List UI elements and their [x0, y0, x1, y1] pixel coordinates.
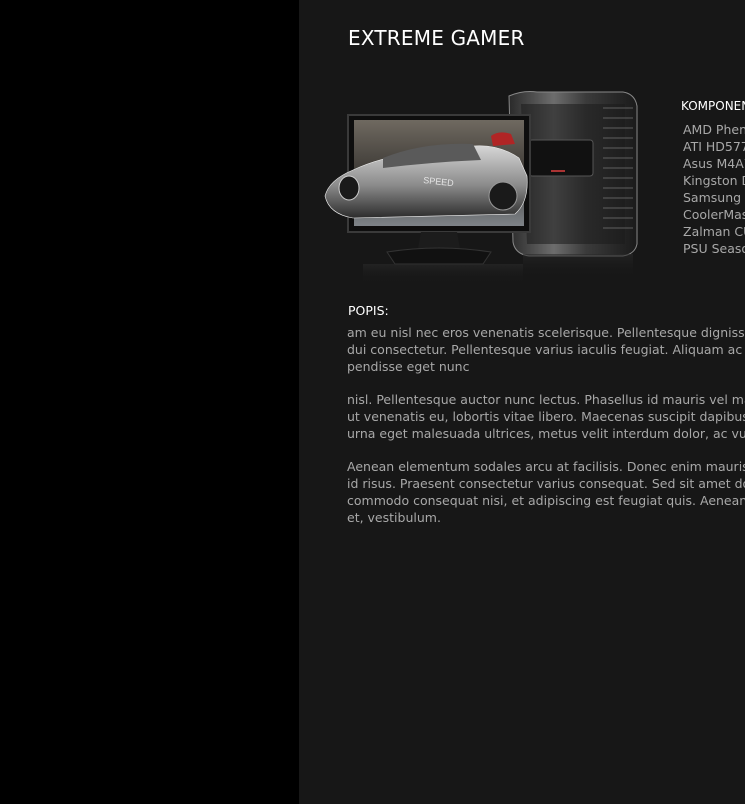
component-item: ATI HD577	[683, 139, 745, 154]
component-item: CoolerMas	[683, 207, 745, 222]
component-item: AMD Phen	[683, 122, 745, 137]
left-black-panel	[0, 0, 299, 804]
component-item: PSU Seaso	[683, 241, 745, 256]
description-paragraph: am eu nisl nec eros venenatis scelerisqu…	[347, 325, 745, 374]
component-item: Samsung S	[683, 190, 745, 205]
gaming-pc-with-monitor-image: SPEED	[324, 91, 638, 284]
description-paragraph: nisl. Pellentesque auctor nunc lectus. P…	[347, 392, 745, 441]
description-text: am eu nisl nec eros venenatis scelerisqu…	[347, 324, 745, 542]
component-item: Zalman CU	[683, 224, 745, 239]
components-heading: KOMPONEN	[681, 99, 745, 113]
description-heading: POPIS:	[348, 303, 389, 318]
components-list: AMD Phen ATI HD577 Asus M4A7 Kingston D …	[683, 121, 745, 257]
product-content-panel: EXTREME GAMER SPEED KOMPONEN AMD Phen AT…	[299, 0, 745, 804]
product-title: EXTREME GAMER	[348, 26, 525, 50]
description-paragraph: Aenean elementum sodales arcu at facilis…	[347, 459, 745, 525]
page: EXTREME GAMER SPEED KOMPONEN AMD Phen AT…	[0, 0, 745, 804]
component-item: Kingston D	[683, 173, 745, 188]
component-item: Asus M4A7	[683, 156, 745, 171]
